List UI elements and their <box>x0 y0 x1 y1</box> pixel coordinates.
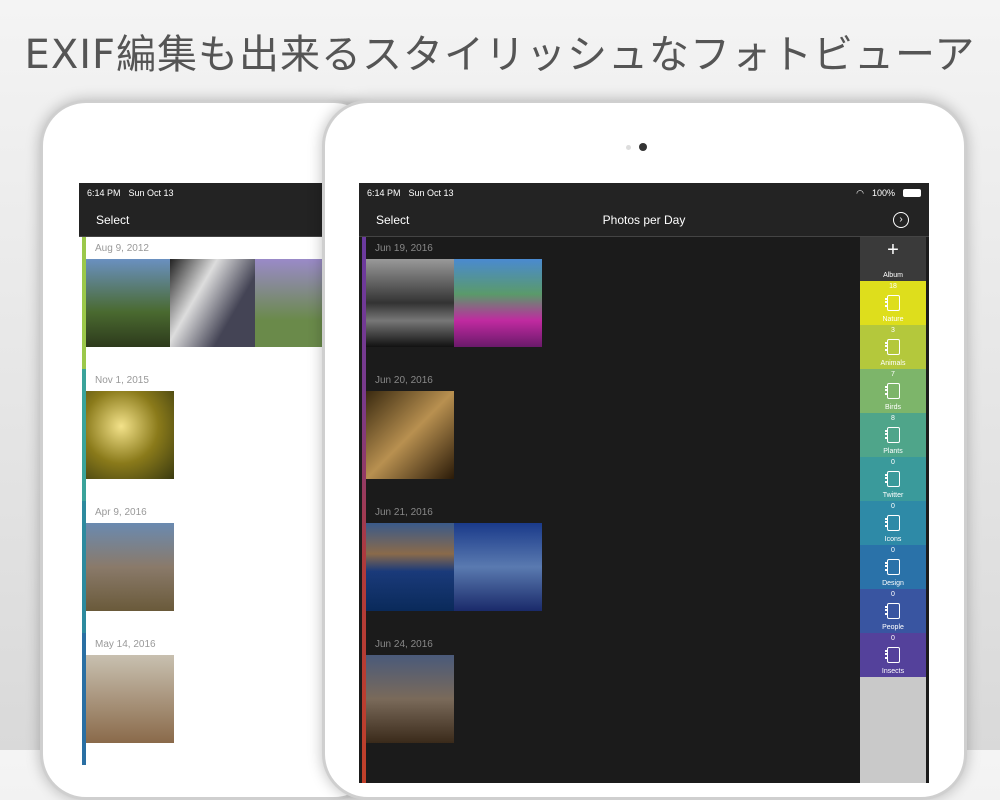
album-animals[interactable]: 3 Animals <box>860 325 926 369</box>
right-ipad: 6:14 PM Sun Oct 13 ◠ 100% Select Photos per… <box>322 100 967 800</box>
album-design[interactable]: 0 Design <box>860 545 926 589</box>
group-date: Jun 20, 2016 <box>375 375 433 386</box>
album-count: 0 <box>891 635 895 642</box>
album-name: Icons <box>884 536 902 543</box>
album-name: Insects <box>881 668 905 675</box>
album-twitter[interactable]: 0 Twitter <box>860 457 926 501</box>
content: Jun 19, 2016 Jun 20, 2016 Jun 21, 2016 J… <box>362 237 859 783</box>
group-date: Apr 9, 2016 <box>95 507 147 518</box>
album-count: 0 <box>891 547 895 554</box>
notebook-icon <box>884 603 900 619</box>
album-birds[interactable]: 7 Birds <box>860 369 926 413</box>
album-icons[interactable]: 0 Icons <box>860 501 926 545</box>
album-count: 0 <box>891 591 895 598</box>
album-count: 8 <box>891 415 895 422</box>
album-count: 18 <box>889 283 897 290</box>
photo[interactable] <box>366 259 454 347</box>
photo[interactable] <box>86 523 174 611</box>
group-date: Jun 19, 2016 <box>375 243 433 254</box>
page-title: Photos per Day <box>602 212 686 227</box>
album-people[interactable]: 0 People <box>860 589 926 633</box>
photo[interactable] <box>86 259 171 347</box>
album-sidebar: + Album 18 Nature 3 Animals 7 Birds 8 Plants 0 Twi… <box>860 237 926 783</box>
album-count: 0 <box>891 459 895 466</box>
photo[interactable] <box>366 391 454 479</box>
wifi-icon: ◠ <box>856 187 864 198</box>
headline: EXIF編集も出来るスタイリッシュなフォトビューア <box>24 32 976 78</box>
album-name: Design <box>882 580 904 587</box>
camera-icon <box>639 143 647 151</box>
plus-icon: + <box>887 239 899 261</box>
notebook-icon <box>884 383 900 399</box>
group-date: Aug 9, 2012 <box>95 243 149 254</box>
status-date: Sun Oct 13 <box>408 188 454 198</box>
notebook-icon <box>884 559 900 575</box>
album-count: 7 <box>891 371 895 378</box>
right-screen: 6:14 PM Sun Oct 13 ◠ 100% Select Photos per… <box>359 183 929 783</box>
album-name: Animals <box>880 360 906 367</box>
photo[interactable] <box>454 259 542 347</box>
forward-button[interactable]: › <box>893 211 909 228</box>
select-button[interactable]: Select <box>376 213 409 227</box>
photo[interactable] <box>170 259 255 347</box>
group-date: Nov 1, 2015 <box>95 375 149 386</box>
select-button[interactable]: Select <box>96 213 129 227</box>
battery-percent: 100% <box>871 188 895 198</box>
notebook-icon <box>884 647 900 663</box>
photo[interactable] <box>86 655 174 743</box>
album-count: 0 <box>891 503 895 510</box>
album-name: People <box>882 624 904 631</box>
photo[interactable] <box>366 523 454 611</box>
group-date: Jun 21, 2016 <box>375 507 433 518</box>
notebook-icon <box>884 427 900 443</box>
notebook-icon <box>884 471 900 487</box>
battery-icon <box>903 189 921 197</box>
photo[interactable] <box>454 523 542 611</box>
notebook-icon <box>884 339 900 355</box>
album-name: Twitter <box>882 492 904 499</box>
status-date: Sun Oct 13 <box>128 188 174 198</box>
album-nature[interactable]: 18 Nature <box>860 281 926 325</box>
group-date: May 14, 2016 <box>95 639 156 650</box>
status-time: 6:14 PM <box>87 188 121 198</box>
left-screen: 6:14 PM Sun Oct 13 Select Aug 9, 2012 Nov… <box>79 183 339 783</box>
album-insects[interactable]: 0 Insects <box>860 633 926 677</box>
notebook-icon <box>884 295 900 311</box>
album-name: Nature <box>882 316 904 323</box>
photo[interactable] <box>366 655 454 743</box>
album-name: Plants <box>883 448 903 455</box>
album-plants[interactable]: 8 Plants <box>860 413 926 457</box>
notebook-icon <box>884 515 900 531</box>
photo[interactable] <box>86 391 174 479</box>
sensor-dot <box>626 145 631 150</box>
status-time: 6:14 PM <box>367 188 401 198</box>
add-album-button[interactable]: + Album <box>860 237 926 281</box>
group-date: Jun 24, 2016 <box>375 639 433 650</box>
album-count: 3 <box>891 327 895 334</box>
album-name: Birds <box>885 404 901 411</box>
